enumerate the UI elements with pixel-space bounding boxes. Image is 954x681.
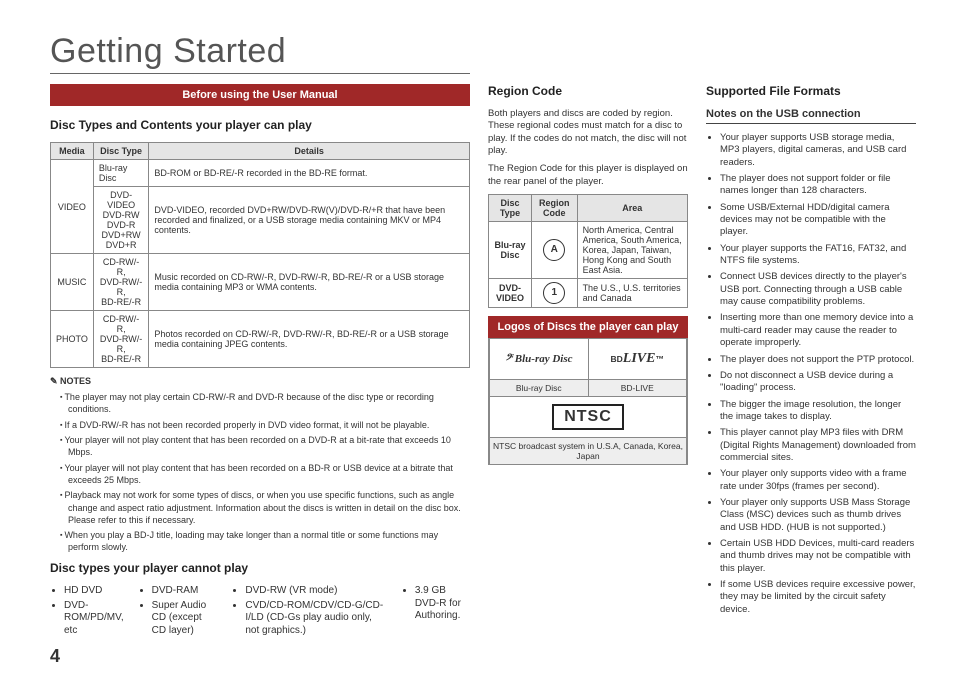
list-item: Inserting more than one memory device in… <box>720 312 916 349</box>
cell-type: Blu-ray Disc <box>489 222 532 279</box>
list-item: CVD/CD-ROM/CDV/CD-G/CD-I/LD (CD-Gs play … <box>245 600 386 638</box>
logo-caption: Blu-ray Disc <box>490 380 589 396</box>
region-a-icon: A <box>543 239 565 261</box>
table-row: Blu-ray Disc A North America, Central Am… <box>489 222 688 279</box>
list-item: Your player only supports video with a f… <box>720 468 916 493</box>
list-item: When you play a BD-J title, loading may … <box>60 529 470 554</box>
cell-area: North America, Central America, South Am… <box>577 222 687 279</box>
cell-area: The U.S., U.S. territories and Canada <box>577 279 687 308</box>
list-item: Your player supports the FAT16, FAT32, a… <box>720 243 916 268</box>
cell-type: DVD-VIDEO <box>489 279 532 308</box>
list-item: DVD-ROM/PD/MV, etc <box>64 600 124 638</box>
logo-caption: BD-LIVE <box>589 380 687 396</box>
list-item: DVD-RW (VR mode) <box>245 585 386 598</box>
ntsc-text: NTSC <box>552 404 624 430</box>
list-item: This player cannot play MP3 files with D… <box>720 427 916 464</box>
column-right: Supported File Formats Notes on the USB … <box>706 84 916 639</box>
list-item: Your player supports USB storage media, … <box>720 132 916 169</box>
usb-subheading: Notes on the USB connection <box>706 108 916 124</box>
th-details: Details <box>149 143 470 160</box>
bd-live-logo-icon: BDLIVE™ <box>591 345 685 373</box>
th-region-code: Region Code <box>532 195 578 222</box>
list-item: Do not disconnect a USB device during a … <box>720 370 916 395</box>
list-item: Playback may not work for some types of … <box>60 489 470 526</box>
disc-types-heading: Disc Types and Contents your player can … <box>50 118 470 132</box>
list-item: Connect USB devices directly to the play… <box>720 271 916 308</box>
list-item: Your player will not play content that h… <box>60 462 470 487</box>
logo-cell-ntsc: NTSC <box>490 397 686 437</box>
logo-caption: NTSC broadcast system in U.S.A, Canada, … <box>490 438 686 464</box>
cell-code: A <box>532 222 578 279</box>
cell-type: DVD-VIDEO DVD-RW DVD-R DVD+RW DVD+R <box>93 187 149 254</box>
page-number: 4 <box>50 646 60 667</box>
notes-list: The player may not play certain CD-RW/-R… <box>50 391 470 553</box>
cell-media-music: MUSIC <box>51 254 94 311</box>
play-table: Media Disc Type Details VIDEO Blu-ray Di… <box>50 142 470 368</box>
cell-details: Music recorded on CD-RW/-R, DVD-RW/-R, B… <box>149 254 470 311</box>
column-left: Before using the User Manual Disc Types … <box>50 84 470 639</box>
page-title: Getting Started <box>50 32 470 74</box>
region-para-2: The Region Code for this player is displ… <box>488 163 688 188</box>
table-row: DVD-VIDEO DVD-RW DVD-R DVD+RW DVD+R DVD-… <box>51 187 470 254</box>
th-disc-type: Disc Type <box>93 143 149 160</box>
logos-grid: 𝄢 Blu-ray Disc BDLIVE™ Blu-ray Disc BD-L… <box>488 338 688 465</box>
list-item: Your player will not play content that h… <box>60 434 470 459</box>
list-item: Your player only supports USB Mass Stora… <box>720 497 916 534</box>
cell-type: CD-RW/-R, DVD-RW/-R, BD-RE/-R <box>93 311 149 368</box>
list-item: The player does not support the PTP prot… <box>720 354 916 366</box>
list-item: If some USB devices require excessive po… <box>720 579 916 616</box>
logos-banner: Logos of Discs the player can play <box>488 316 688 338</box>
list-item: Super Audio CD (except CD layer) <box>152 600 218 638</box>
list-item: The bigger the image resolution, the lon… <box>720 399 916 424</box>
region-1-icon: 1 <box>543 282 565 304</box>
table-header-row: Disc Type Region Code Area <box>489 195 688 222</box>
th-area: Area <box>577 195 687 222</box>
bluray-disc-logo-icon: 𝄢 Blu-ray Disc <box>492 345 586 373</box>
before-using-banner: Before using the User Manual <box>50 84 470 106</box>
th-disc-type: Disc Type <box>489 195 532 222</box>
table-row: PHOTO CD-RW/-R, DVD-RW/-R, BD-RE/-R Phot… <box>51 311 470 368</box>
cell-type: CD-RW/-R, DVD-RW/-R, BD-RE/-R <box>93 254 149 311</box>
region-table: Disc Type Region Code Area Blu-ray Disc … <box>488 194 688 308</box>
table-row: VIDEO Blu-ray Disc BD-ROM or BD-RE/-R re… <box>51 160 470 187</box>
list-item: DVD-RAM <box>152 585 218 598</box>
cell-media-video: VIDEO <box>51 160 94 254</box>
column-middle: Region Code Both players and discs are c… <box>488 84 688 639</box>
cannot-play-heading: Disc types your player cannot play <box>50 561 470 575</box>
formats-heading: Supported File Formats <box>706 84 916 98</box>
cannot-play-list: HD DVD DVD-ROM/PD/MV, etc DVD-RAM Super … <box>50 585 470 639</box>
table-row: DVD-VIDEO 1 The U.S., U.S. territories a… <box>489 279 688 308</box>
table-row: MUSIC CD-RW/-R, DVD-RW/-R, BD-RE/-R Musi… <box>51 254 470 311</box>
usb-notes-list: Your player supports USB storage media, … <box>706 132 916 616</box>
list-item: Some USB/External HDD/digital camera dev… <box>720 202 916 239</box>
table-header-row: Media Disc Type Details <box>51 143 470 160</box>
ntsc-logo-icon: NTSC <box>492 403 684 431</box>
cell-type: Blu-ray Disc <box>93 160 149 187</box>
region-para-1: Both players and discs are coded by regi… <box>488 108 688 157</box>
logo-cell-bluray: 𝄢 Blu-ray Disc <box>490 339 589 379</box>
notes-label: NOTES <box>50 376 470 387</box>
region-code-heading: Region Code <box>488 84 688 98</box>
list-item: The player may not play certain CD-RW/-R… <box>60 391 470 416</box>
logo-cell-bdlive: BDLIVE™ <box>589 339 687 379</box>
cell-details: Photos recorded on CD-RW/-R, DVD-RW/-R, … <box>149 311 470 368</box>
th-media: Media <box>51 143 94 160</box>
list-item: Certain USB HDD Devices, multi-card read… <box>720 538 916 575</box>
cell-media-photo: PHOTO <box>51 311 94 368</box>
cell-details: DVD-VIDEO, recorded DVD+RW/DVD-RW(V)/DVD… <box>149 187 470 254</box>
list-item: 3.9 GB DVD-R for Authoring. <box>415 585 470 623</box>
list-item: HD DVD <box>64 585 124 598</box>
list-item: If a DVD-RW/-R has not been recorded pro… <box>60 419 470 431</box>
cell-code: 1 <box>532 279 578 308</box>
cell-details: BD-ROM or BD-RE/-R recorded in the BD-RE… <box>149 160 470 187</box>
list-item: The player does not support folder or fi… <box>720 173 916 198</box>
